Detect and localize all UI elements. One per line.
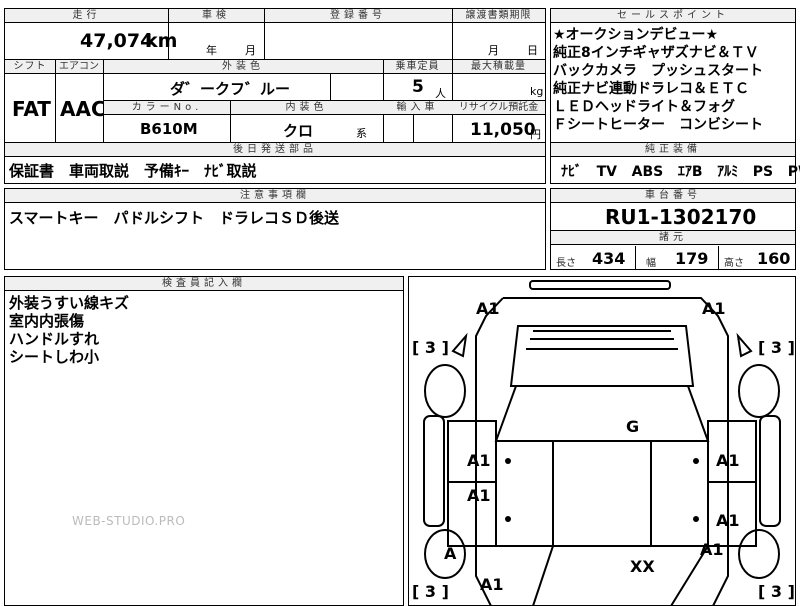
height-value: 160 [757, 249, 791, 268]
recycle-header: リサイクル預託金 [452, 101, 545, 115]
mark-a1-door-fl: A1 [467, 451, 491, 470]
equip-tv: TV [596, 164, 618, 180]
tire-rl-mark: [ 3 ] [412, 582, 449, 601]
sales-point-line: ★オークションデビュー★ [553, 27, 719, 43]
length-label: 長さ [556, 258, 576, 269]
colorno-header: カラーNo. [104, 101, 230, 115]
sales-point-line: バックカメラ プッシュスタート [553, 63, 763, 79]
capacity-unit: 人 [435, 87, 446, 100]
mark-a1-rear-right: A1 [700, 540, 724, 559]
inspector-line: シートしわ小 [9, 348, 100, 366]
mark-a-wheel-rl: A [444, 544, 457, 563]
inspection-header: 車検 [168, 9, 264, 23]
length-value: 434 [592, 249, 626, 268]
recycle-unit: 円 [530, 128, 541, 141]
vehicle-info-table [4, 8, 546, 144]
equip-airbag: ｴｱB [677, 164, 703, 180]
inspector-title: 検査員記入欄 [5, 277, 403, 291]
mark-a1-door-fr: A1 [716, 451, 740, 470]
capacity-header: 乗車定員 [383, 60, 452, 74]
mark-a1-door-rr: A1 [716, 511, 740, 530]
width-value: 179 [675, 249, 709, 268]
exterior-value: ダ゛ークフ゛ルー [170, 80, 291, 98]
equip-ps: PS [752, 164, 774, 180]
transfer-header: 譲渡書類期限 [452, 9, 545, 23]
dims-title: 諸元 [551, 231, 795, 245]
sales-points-title: セールスポイント [551, 9, 795, 23]
height-label: 高さ [724, 258, 744, 269]
sales-point-line: 純正8インチギャザズナビ＆ＴＶ [553, 45, 759, 61]
tire-fr-mark: [ 3 ] [758, 338, 795, 357]
registration-header: 登録番号 [264, 9, 452, 23]
genuine-equipment-title: 純正装備 [551, 143, 795, 157]
inspector-line: 室内内張傷 [9, 312, 85, 330]
maxload-header: 最大積載量 [452, 60, 545, 74]
capacity-value: 5 [412, 77, 424, 97]
equip-pw: PW [787, 164, 800, 180]
equip-alloy: ｱﾙﾐ [717, 164, 739, 180]
mark-a1-rear-left: A1 [480, 575, 504, 594]
later-parts-title: 後日発送部品 [5, 143, 545, 157]
equip-navi: ﾅﾋﾞ [561, 164, 582, 180]
tire-fl-mark: [ 3 ] [412, 338, 449, 357]
interior-header: 内装色 [230, 101, 383, 115]
ac-value: AAC [60, 97, 106, 121]
colorno-value: B610M [140, 120, 198, 138]
sales-point-line: Ｆシートヒーター コンビシート [553, 117, 763, 133]
sales-point-line: ＬＥＤヘッドライト＆フォグ [553, 99, 735, 115]
notes-value: スマートキー パドルシフト ドラレコＳＤ後送 [9, 209, 340, 227]
inspector-line: ハンドルすれ [9, 330, 100, 348]
equip-abs: ABS [631, 164, 664, 180]
interior-suffix: 系 [356, 127, 367, 140]
notes-title: 注意事項欄 [5, 189, 545, 203]
recycle-value: 11,050 [470, 120, 536, 140]
width-label: 幅 [646, 258, 656, 269]
ac-header: エアコン [55, 60, 103, 74]
later-parts-value: 保証書 車両取説 予備ｷｰ ﾅﾋﾞ取説 [9, 162, 257, 180]
shift-header: シフト [5, 60, 55, 74]
transfer-month: 月 [488, 44, 499, 57]
mark-g-roof: G [626, 417, 640, 436]
mark-a1-front-left: A1 [476, 299, 500, 318]
watermark: WEB-STUDIO.PRO [72, 514, 186, 528]
sales-point-line: 純正ナビ連動ドラレコ＆ＥＴＣ [553, 81, 749, 97]
tire-rr-mark: [ 3 ] [758, 582, 795, 601]
interior-value: クロ [283, 122, 314, 140]
transfer-day: 日 [527, 44, 538, 57]
chassis-title: 車台番号 [551, 189, 795, 203]
exterior-header: 外装色 [103, 60, 383, 74]
mark-a1-front-right: A1 [702, 299, 726, 318]
import-header: 輸入車 [383, 101, 452, 115]
mileage-value: 47,074 [80, 30, 154, 52]
mileage-unit: km [145, 30, 178, 52]
mileage-header: 走行 [5, 9, 168, 23]
maxload-unit: kg [530, 85, 544, 98]
chassis-number: RU1-1302170 [605, 205, 757, 229]
inspector-line: 外装うすい線キズ [9, 294, 130, 312]
inspection-year: 年 [206, 44, 217, 57]
mark-xx-rear: XX [630, 557, 655, 576]
car-diagram [423, 280, 781, 606]
mark-a1-door-rl: A1 [467, 486, 491, 505]
shift-value: FAT [12, 97, 51, 121]
inspection-month: 月 [245, 44, 256, 57]
